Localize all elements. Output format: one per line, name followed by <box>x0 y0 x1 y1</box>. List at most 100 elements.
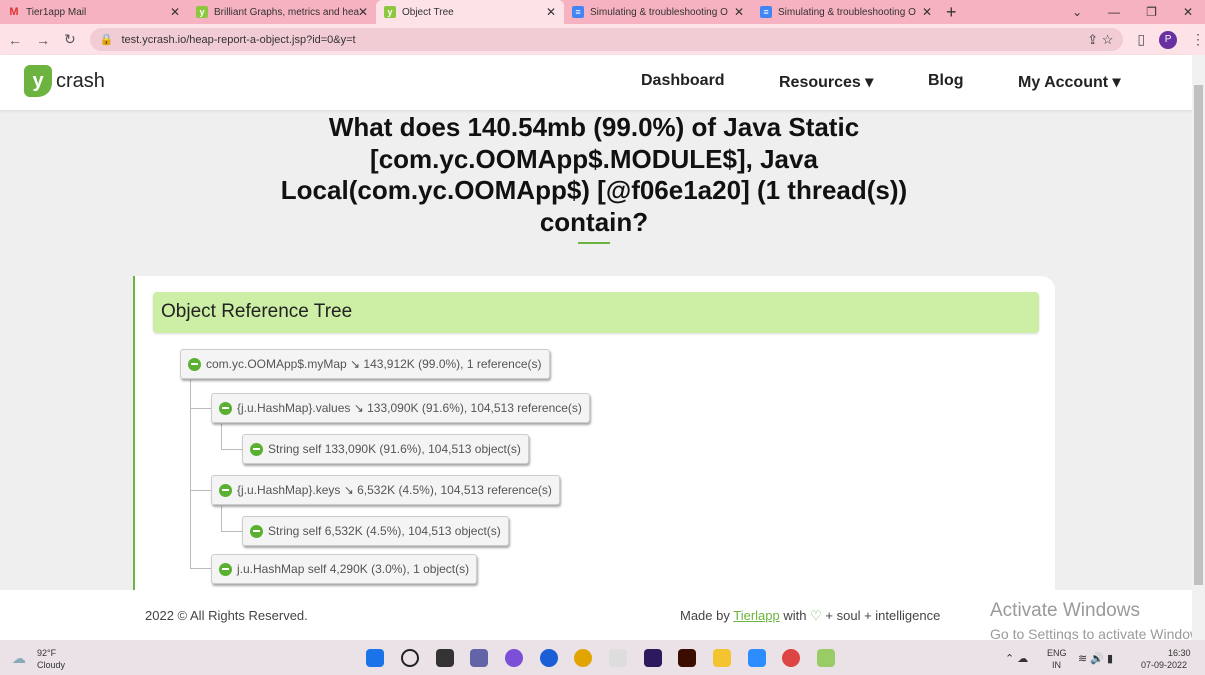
tree-node[interactable]: {j.u.HashMap}.values ↘ 133,090K (91.6%),… <box>211 393 590 423</box>
back-icon[interactable]: ← <box>8 32 22 48</box>
collapse-icon[interactable] <box>250 442 263 456</box>
address-bar-row: ← → ↻ 🔒 test.ycrash.io/heap-report-a-object… <box>0 24 1205 55</box>
tab-label: Object Tree <box>402 6 454 18</box>
start-icon[interactable] <box>366 649 384 667</box>
nav-blog[interactable]: Blog <box>928 72 964 90</box>
tree-node[interactable]: {j.u.HashMap}.keys ↘ 6,532K (4.5%), 104,… <box>211 475 560 505</box>
tab-doc-1[interactable]: ≡ Simulating & troubleshooting O ✕ <box>564 0 752 24</box>
lang[interactable]: ENG <box>1047 648 1067 658</box>
new-tab-button[interactable]: + <box>946 2 957 23</box>
activation-watermark: Activate Windows <box>990 600 1140 621</box>
profile-avatar[interactable]: P <box>1159 30 1177 49</box>
made-by-text: Made by <box>680 608 730 623</box>
with-text: with <box>783 608 807 623</box>
restore-button[interactable]: ❐ <box>1146 5 1157 19</box>
share-star-icons[interactable]: ⇪ ☆ <box>1087 32 1113 48</box>
scrollbar-thumb[interactable] <box>1194 85 1203 585</box>
tray-icons[interactable]: ⌃ ☁ <box>1005 652 1028 665</box>
tab-bar: M Tier1app Mail ✕ y Brilliant Graphs, metri… <box>0 0 1205 24</box>
close-icon[interactable]: ✕ <box>546 5 556 19</box>
weather-temp[interactable]: 92°F <box>37 648 56 658</box>
reload-icon[interactable]: ↻ <box>64 31 76 48</box>
tab-graphs[interactable]: y Brilliant Graphs, metrics and hea ✕ <box>188 0 376 24</box>
close-icon[interactable]: ✕ <box>922 5 932 19</box>
taskbar: ☁ 92°F Cloudy ⌃ ☁ ENG IN ≋ 🔊 ▮ 16:30 07-… <box>0 640 1205 675</box>
tail-text: + soul + intelligence <box>825 608 941 623</box>
card-title: Object Reference Tree <box>153 292 1039 333</box>
app-green-icon[interactable] <box>817 649 835 667</box>
company-link[interactable]: Tierlapp <box>733 608 779 623</box>
logo-mark: y <box>24 65 52 97</box>
clock-date[interactable]: 07-09-2022 <box>1141 660 1187 670</box>
wifi-volume-battery-icons[interactable]: ≋ 🔊 ▮ <box>1078 652 1113 665</box>
sidebar-icon[interactable]: ▯ <box>1137 31 1145 48</box>
tab-label: Simulating & troubleshooting O <box>778 6 916 18</box>
ycrash-icon: y <box>196 6 208 18</box>
scrollbar[interactable] <box>1192 55 1205 640</box>
node-label: com.yc.OOMApp$.myMap ↘ 143,912K (99.0%),… <box>206 357 542 371</box>
tab-doc-2[interactable]: ≡ Simulating & troubleshooting O ✕ <box>752 0 940 24</box>
search-icon[interactable] <box>401 649 419 667</box>
close-icon[interactable]: ✕ <box>734 5 744 19</box>
cloud-icon: ☁ <box>12 650 26 666</box>
premiere-icon[interactable] <box>644 649 662 667</box>
tab-search-icon[interactable]: ⌄ <box>1072 5 1082 19</box>
ycrash-icon: y <box>384 6 396 18</box>
copyright: 2022 © All Rights Reserved. <box>145 608 308 623</box>
task-view-icon[interactable] <box>436 649 454 667</box>
collapse-icon[interactable] <box>250 524 263 538</box>
tab-label: Simulating & troubleshooting O <box>590 6 728 18</box>
node-label: String self 6,532K (4.5%), 104,513 objec… <box>268 524 501 538</box>
tree-node[interactable]: String self 6,532K (4.5%), 104,513 objec… <box>242 516 509 546</box>
node-label: j.u.HashMap self 4,290K (3.0%), 1 object… <box>237 562 470 576</box>
menu-icon[interactable]: ⋮ <box>1191 31 1205 48</box>
site-header: y crash Dashboard Resources ▾ Blog My Acc… <box>0 55 1192 110</box>
logo-text: crash <box>56 69 105 92</box>
collapse-icon[interactable] <box>219 401 232 415</box>
illustrator-icon[interactable] <box>678 649 696 667</box>
gmail-icon: M <box>9 6 19 18</box>
collapse-icon[interactable] <box>219 483 232 497</box>
node-label: {j.u.HashMap}.keys ↘ 6,532K (4.5%), 104,… <box>237 483 552 497</box>
chrome-profile-icon[interactable] <box>782 649 800 667</box>
minimize-button[interactable]: — <box>1108 5 1120 19</box>
zoom-icon[interactable] <box>748 649 766 667</box>
lang-region[interactable]: IN <box>1052 660 1061 670</box>
tree-node[interactable]: j.u.HashMap self 4,290K (3.0%), 1 object… <box>211 554 478 584</box>
node-label: {j.u.HashMap}.values ↘ 133,090K (91.6%),… <box>237 401 582 415</box>
file-explorer-icon[interactable] <box>713 649 731 667</box>
tree-node[interactable]: com.yc.OOMApp$.myMap ↘ 143,912K (99.0%),… <box>180 349 550 379</box>
node-label: String self 133,090K (91.6%), 104,513 ob… <box>268 442 521 456</box>
tab-label: Tier1app Mail <box>26 6 87 18</box>
close-icon[interactable]: ✕ <box>170 5 180 19</box>
collapse-icon[interactable] <box>219 562 232 576</box>
title-underline <box>578 242 610 244</box>
page-title: What does 140.54mb (99.0%) of Java Stati… <box>280 112 908 237</box>
teams-icon[interactable] <box>470 649 488 667</box>
heart-icon: ♡ <box>810 608 822 623</box>
weather-text[interactable]: Cloudy <box>37 660 65 670</box>
snipping-icon[interactable] <box>609 649 627 667</box>
nav-my-account[interactable]: My Account ▾ <box>1018 72 1121 92</box>
tree-node[interactable]: String self 133,090K (91.6%), 104,513 ob… <box>242 434 529 464</box>
docs-icon: ≡ <box>572 6 584 18</box>
tab-label: Brilliant Graphs, metrics and hea <box>214 6 360 18</box>
url-input[interactable]: 🔒 test.ycrash.io/heap-report-a-object.jsp… <box>89 28 1124 51</box>
collapse-icon[interactable] <box>188 357 201 371</box>
nav-dashboard[interactable]: Dashboard <box>641 72 725 90</box>
ycrash-logo[interactable]: y crash <box>24 65 105 97</box>
clock-time[interactable]: 16:30 <box>1168 648 1191 658</box>
maps-icon[interactable] <box>540 649 558 667</box>
object-tree-card: Object Reference Tree com.yc.OOMApp$.myM… <box>133 276 1055 596</box>
tab-mail[interactable]: M Tier1app Mail ✕ <box>0 0 188 24</box>
close-window-button[interactable]: ✕ <box>1183 5 1193 19</box>
close-icon[interactable]: ✕ <box>358 5 368 19</box>
chrome-icon[interactable] <box>574 649 592 667</box>
app-icon[interactable] <box>505 649 523 667</box>
docs-icon: ≡ <box>760 6 772 18</box>
nav-resources[interactable]: Resources ▾ <box>779 72 873 92</box>
url-text: test.ycrash.io/heap-report-a-object.jsp?… <box>121 33 356 46</box>
tab-object-tree[interactable]: y Object Tree ✕ <box>376 0 564 24</box>
forward-icon[interactable]: → <box>36 32 50 48</box>
lock-icon: 🔒 <box>99 34 114 46</box>
